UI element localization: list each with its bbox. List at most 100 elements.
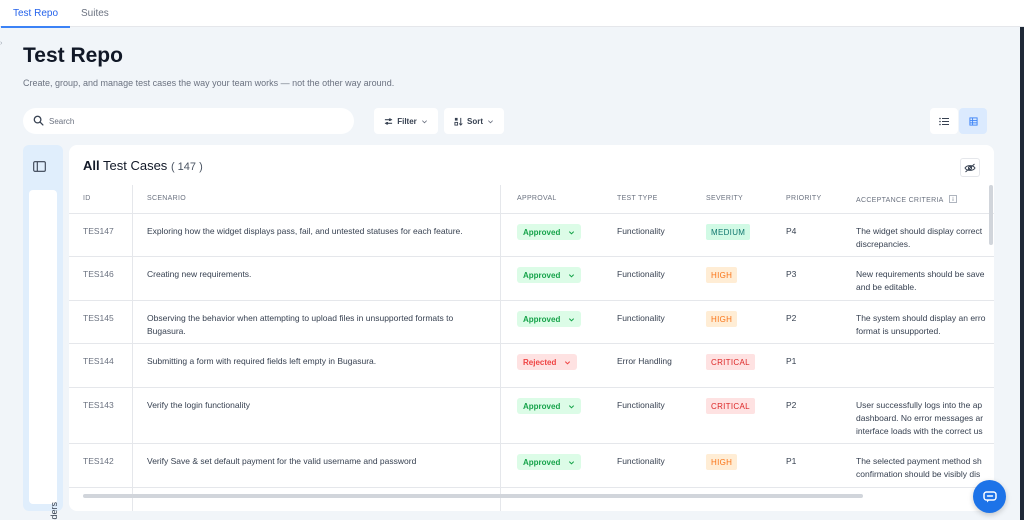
column-header-approval[interactable]: APPROVAL [517, 195, 557, 202]
scenario-text: Creating new requirements. [147, 269, 252, 279]
table-title-rest: Test Cases [99, 158, 168, 173]
approval-status: Approved [523, 401, 561, 411]
approval-dropdown[interactable]: Approved [517, 224, 582, 240]
sort-icon [454, 117, 463, 126]
severity-badge: HIGH [706, 311, 738, 327]
hide-columns-button[interactable] [960, 158, 980, 177]
table-title: All Test Cases ( 147 ) [83, 158, 203, 173]
approval-dropdown[interactable]: Approved [517, 454, 582, 470]
sidebar-toggle-button[interactable] [33, 159, 46, 177]
priority-value: P4 [786, 226, 797, 236]
priority-value: P2 [786, 400, 797, 410]
info-icon[interactable] [948, 195, 957, 203]
chat-support-button[interactable] [973, 480, 1006, 513]
scenario-text: Exploring how the widget displays pass, … [147, 226, 463, 236]
scenario-text: Verify the login functionality [147, 400, 251, 410]
acceptance-criteria-label: ACCEPTANCE CRITERIA [856, 197, 944, 204]
chevron-down-icon [488, 119, 493, 123]
test-case-id: TES143 [83, 400, 114, 410]
table-row[interactable]: TES146 Creating new requirements. Approved… [69, 257, 994, 301]
column-header-severity[interactable]: SEVERITY [706, 195, 743, 202]
column-header-priority[interactable]: PRIORITY [786, 195, 821, 202]
table-row[interactable]: TES142 Verify Save & set default payment … [69, 444, 994, 488]
approval-status: Approved [523, 314, 561, 324]
approval-status: Rejected [523, 357, 557, 367]
collapse-handle[interactable]: › [0, 40, 2, 47]
approval-dropdown[interactable]: Approved [517, 267, 582, 283]
window-edge [1020, 27, 1024, 520]
approval-dropdown[interactable]: Approved [517, 311, 582, 327]
severity-badge: HIGH [706, 267, 738, 283]
scenario-text: Verify Save & set default payment for th… [147, 456, 417, 466]
chevron-down-icon [565, 360, 571, 365]
tab-suites[interactable]: Suites [81, 0, 109, 27]
test-case-count: ( 147 ) [170, 161, 203, 173]
approval-dropdown[interactable]: Approved [517, 398, 582, 414]
acceptance-criteria-text: User successfully logs into the ap dashb… [856, 400, 984, 436]
folders-label: Folders [49, 501, 59, 520]
severity-badge: MEDIUM [706, 224, 751, 240]
list-view-button[interactable] [930, 108, 958, 134]
acceptance-criteria-text: The selected payment method sh confirmat… [856, 456, 982, 479]
test-type: Functionality [617, 269, 665, 279]
filter-label: Filter [397, 116, 417, 126]
folders-tab[interactable]: Folders [29, 190, 59, 520]
test-case-id: TES144 [83, 356, 114, 366]
grid-view-icon [968, 116, 978, 126]
acceptance-criteria-text: New requirements should be save and be e… [856, 269, 985, 292]
scenario-text: Observing the behavior when attempting t… [147, 313, 454, 336]
table-row[interactable]: TES143 Verify the login functionality Appr… [69, 388, 994, 444]
chevron-down-icon [569, 230, 575, 235]
test-type: Functionality [617, 313, 665, 323]
test-cases-card: All Test Cases ( 147 ) ID SCENARIO APPRO… [69, 145, 994, 511]
severity-badge: CRITICAL [706, 354, 755, 370]
table-title-bold: All [83, 158, 100, 173]
table-view-button[interactable] [959, 108, 987, 134]
test-case-id: TES142 [83, 456, 114, 466]
filter-button[interactable]: Filter [374, 108, 438, 134]
sidebar-toggle-icon [33, 161, 46, 172]
sort-label: Sort [467, 116, 483, 126]
column-header-test-type[interactable]: TEST TYPE [617, 195, 658, 202]
chevron-down-icon [569, 460, 575, 465]
table-row[interactable]: TES144 Submitting a form with required fi… [69, 344, 994, 388]
approval-dropdown[interactable]: Rejected [517, 354, 578, 370]
vertical-scrollbar[interactable] [989, 185, 993, 245]
priority-value: P3 [786, 269, 797, 279]
search-input[interactable] [49, 112, 339, 130]
chevron-down-icon [569, 273, 575, 278]
folders-vertical-label: Folders [49, 502, 59, 520]
chat-icon [982, 490, 997, 502]
search-box [23, 108, 354, 134]
priority-value: P2 [786, 313, 797, 323]
page-title: Test Repo [23, 44, 123, 67]
tab-test-repo[interactable]: Test Repo [0, 0, 71, 28]
top-tab-bar: Test Repo Suites [0, 0, 1024, 28]
test-case-id: TES147 [83, 226, 114, 236]
filter-icon [385, 117, 393, 125]
acceptance-criteria-text: The system should display an erro format… [856, 313, 986, 336]
horizontal-scrollbar[interactable] [83, 494, 863, 498]
severity-badge: CRITICAL [706, 398, 755, 414]
column-header-acceptance-criteria[interactable]: ACCEPTANCE CRITERIA [856, 195, 957, 204]
sort-button[interactable]: Sort [444, 108, 504, 134]
test-type: Functionality [617, 226, 665, 236]
column-header-scenario[interactable]: SCENARIO [147, 195, 186, 202]
table-row[interactable]: TES145 Observing the behavior when attemp… [69, 301, 994, 344]
test-type: Functionality [617, 400, 665, 410]
test-type: Functionality [617, 456, 665, 466]
page-subtitle: Create, group, and manage test cases the… [23, 78, 395, 88]
test-type: Error Handling [617, 356, 672, 366]
approval-status: Approved [523, 457, 561, 467]
scenario-text: Submitting a form with required fields l… [147, 356, 377, 366]
approval-status: Approved [523, 270, 561, 280]
priority-value: P1 [786, 456, 797, 466]
priority-value: P1 [786, 356, 797, 366]
approval-status: Approved [523, 227, 561, 237]
column-header-id[interactable]: ID [83, 195, 91, 202]
test-case-id: TES145 [83, 313, 114, 323]
eye-off-icon [964, 163, 976, 172]
list-view-icon [939, 117, 949, 125]
table-header: ID SCENARIO APPROVAL TEST TYPE SEVERITY … [69, 185, 994, 214]
table-row[interactable]: TES147 Exploring how the widget displays … [69, 214, 994, 257]
